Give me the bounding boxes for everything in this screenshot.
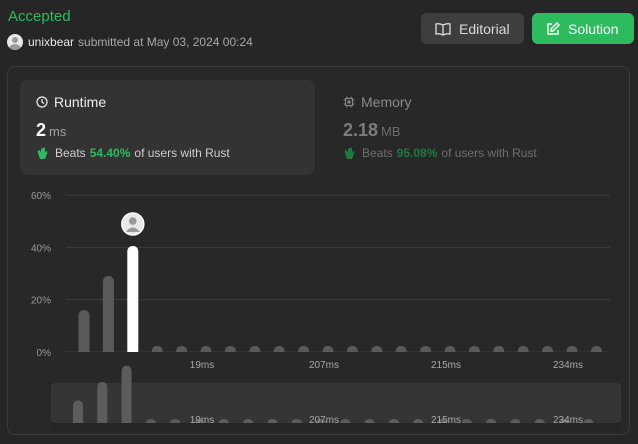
chart-baseline (66, 352, 610, 358)
mini-x-tick-label: 234ms (553, 415, 583, 426)
y-tick-label: 0% (37, 348, 52, 359)
chart-bar[interactable] (78, 310, 90, 356)
runtime-distribution-chart: 0% 20% 40% 60% 19ms 207ms 215ms 234ms 19ms 207ms 2… (31, 191, 621, 431)
mini-x-tick-label: 207ms (309, 415, 339, 426)
y-tick-label: 60% (31, 191, 51, 202)
mini-bar (121, 365, 132, 427)
mini-bar (97, 381, 108, 427)
x-tick-label: 19ms (190, 360, 214, 371)
y-tick-label: 40% (31, 243, 51, 254)
x-tick-label: 207ms (309, 360, 339, 371)
x-tick-label: 234ms (553, 360, 583, 371)
y-tick-label: 20% (31, 296, 51, 307)
mini-x-tick-label: 19ms (190, 415, 214, 426)
x-tick-label: 215ms (431, 360, 461, 371)
mini-x-tick-label: 215ms (431, 415, 461, 426)
avatar-head (129, 217, 137, 225)
chart-bar-current[interactable] (127, 246, 139, 356)
chart-bar[interactable] (102, 276, 114, 356)
